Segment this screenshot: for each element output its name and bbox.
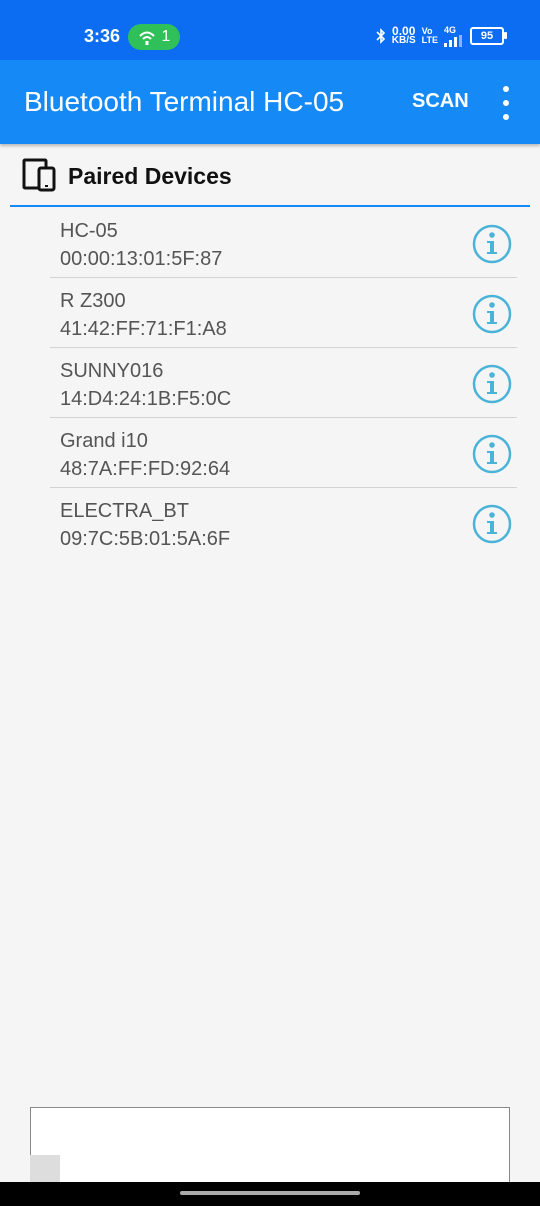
battery-level: 95 [480,30,494,42]
device-name: ELECTRA_BT [60,500,189,522]
network-speed: 0.00 KB/S [391,25,416,46]
hotspot-count: 1 [161,28,171,45]
device-row[interactable]: SUNNY016 14:D4:24:1B:F5:0C [0,348,540,418]
device-list: HC-05 00:00:13:01:5F:87 R Z300 41:42:FF:… [0,208,540,558]
navigation-bar [0,1182,540,1206]
home-gesture-handle[interactable] [180,1191,360,1195]
signal-icon [444,34,462,47]
hotspot-badge[interactable]: 1 [128,24,180,50]
ad-placeholder-icon [30,1155,60,1182]
volte-indicator: Vo LTE [422,27,438,45]
more-vertical-icon[interactable] [498,86,514,120]
device-name: HC-05 [60,220,118,242]
speed-unit: KB/S [391,35,416,46]
info-icon[interactable] [472,504,512,544]
paired-devices-header: Paired Devices [0,144,540,207]
section-divider [10,205,530,207]
network-type: 4G [444,24,464,47]
devices-icon [22,158,56,192]
device-address: 41:42:FF:71:F1:A8 [60,318,227,340]
status-bar: 3:36 1 0.00 KB/S Vo LTE 4G 95 [0,0,540,60]
section-title: Paired Devices [68,163,232,189]
info-icon[interactable] [472,364,512,404]
device-row[interactable]: ELECTRA_BT 09:7C:5B:01:5A:6F [0,488,540,558]
device-name: R Z300 [60,290,126,312]
hotspot-icon [138,31,155,45]
network-label: 4G [444,24,457,35]
device-row[interactable]: R Z300 41:42:FF:71:F1:A8 [0,278,540,348]
status-time: 3:36 [84,26,121,46]
info-icon[interactable] [472,434,512,474]
bluetooth-icon [376,28,385,44]
scan-button[interactable]: SCAN [412,90,469,113]
info-icon[interactable] [472,294,512,334]
device-address: 09:7C:5B:01:5A:6F [60,528,231,550]
device-name: SUNNY016 [60,360,164,382]
app-bar: Bluetooth Terminal HC-05 SCAN [0,60,540,144]
device-row[interactable]: Grand i10 48:7A:FF:FD:92:64 [0,418,540,488]
volte-bottom: LTE [421,35,438,45]
device-row[interactable]: HC-05 00:00:13:01:5F:87 [0,208,540,278]
device-address: 48:7A:FF:FD:92:64 [60,458,231,480]
status-indicators: 0.00 KB/S Vo LTE 4G 95 [376,24,507,48]
device-name: Grand i10 [60,430,148,452]
device-address: 00:00:13:01:5F:87 [60,248,223,270]
app-title: Bluetooth Terminal HC-05 [24,86,345,117]
info-icon[interactable] [472,224,512,264]
ad-banner[interactable] [30,1107,510,1183]
battery-icon: 95 [470,27,507,45]
device-address: 14:D4:24:1B:F5:0C [60,388,232,410]
